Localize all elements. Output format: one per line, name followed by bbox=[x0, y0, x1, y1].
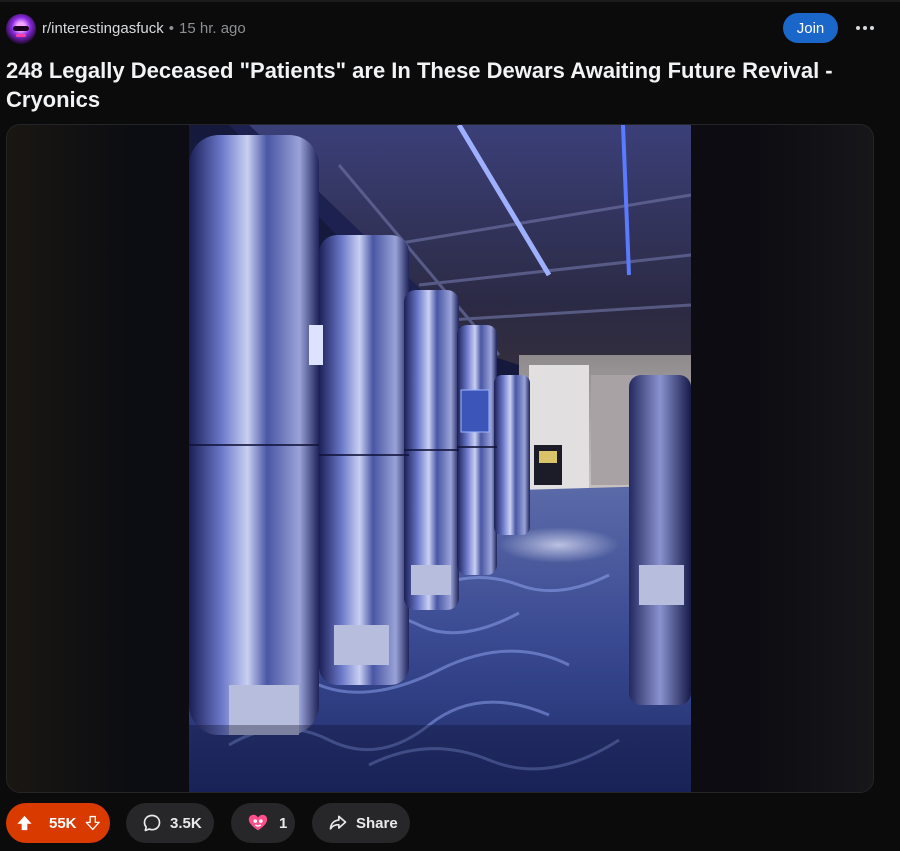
subreddit-avatar[interactable] bbox=[6, 14, 36, 44]
post-media[interactable] bbox=[6, 124, 874, 793]
post-time: 15 hr. ago bbox=[179, 20, 246, 37]
top-divider bbox=[0, 0, 900, 2]
cryonics-dewars-photo bbox=[189, 125, 691, 792]
share-button[interactable]: Share bbox=[312, 803, 410, 843]
post-meta: r/interestingasfuck • 15 hr. ago bbox=[42, 20, 246, 38]
downvote-arrow-icon[interactable] bbox=[85, 813, 100, 833]
award-icon bbox=[248, 814, 268, 831]
subreddit-link[interactable]: r/interestingasfuck bbox=[42, 20, 164, 37]
award-button[interactable]: 1 bbox=[231, 803, 295, 843]
share-label: Share bbox=[356, 814, 398, 832]
post-header: r/interestingasfuck • 15 hr. ago Join bbox=[6, 12, 894, 44]
comments-button[interactable]: 3.5K bbox=[126, 803, 214, 843]
meta-separator: • bbox=[168, 20, 174, 37]
comment-bubble-icon bbox=[143, 814, 161, 832]
share-arrow-icon bbox=[329, 815, 347, 830]
post-title[interactable]: 248 Legally Deceased "Patients" are In T… bbox=[6, 56, 866, 114]
comment-count: 3.5K bbox=[170, 814, 202, 832]
vote-control: 55K bbox=[6, 803, 110, 843]
award-count: 1 bbox=[279, 814, 288, 832]
upvote-arrow-icon[interactable] bbox=[16, 812, 33, 834]
post-action-bar: 55K 3.5K 1 Share bbox=[6, 803, 706, 843]
join-button[interactable]: Join bbox=[783, 13, 838, 43]
more-options-icon[interactable] bbox=[852, 20, 878, 36]
vote-count: 55K bbox=[49, 814, 77, 832]
